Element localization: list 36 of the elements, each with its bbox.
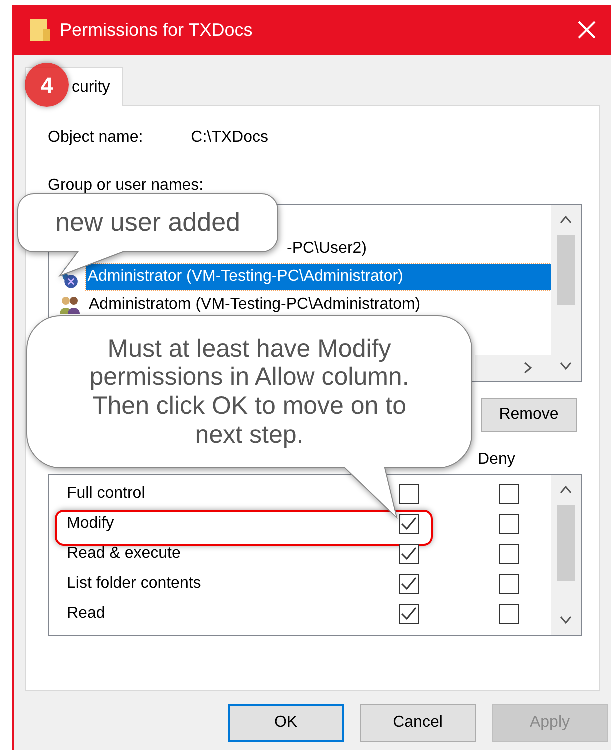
- permission-name: List folder contents: [67, 574, 202, 594]
- list-item[interactable]: Administrator (VM-Testing-PC\Administrator): [86, 264, 551, 290]
- list-item[interactable]: -PC\User2): [285, 236, 370, 262]
- field-label: Object name:: [48, 128, 144, 148]
- checkbox[interactable]: [499, 484, 519, 504]
- checkbox[interactable]: [399, 484, 419, 504]
- folder-icon: [30, 17, 50, 43]
- object-name: C:\TXDocs: [191, 128, 268, 148]
- column-header: Deny: [478, 450, 516, 470]
- checkbox[interactable]: [499, 574, 519, 594]
- vertical-scrollbar[interactable]: [551, 475, 581, 635]
- callout-text: Must at least have Modify permissions in Allow column. Then click OK to move on to next step.: [88, 334, 410, 450]
- vertical-scrollbar[interactable]: [551, 205, 581, 381]
- field-label: Group or user names:: [48, 177, 204, 194]
- checkbox[interactable]: [499, 544, 519, 564]
- checkbox[interactable]: [399, 544, 419, 564]
- horizontal-scrollbar[interactable]: [475, 355, 551, 381]
- permission-name: Modify: [67, 514, 114, 534]
- checkbox[interactable]: [399, 514, 419, 534]
- checkbox[interactable]: [399, 604, 419, 624]
- group-icon: [59, 294, 81, 316]
- scroll-thumb[interactable]: [557, 235, 575, 305]
- close-icon[interactable]: [577, 20, 597, 40]
- permission-name: Full control: [67, 484, 146, 504]
- checkbox[interactable]: [499, 604, 519, 624]
- window-title: Permissions for TXDocs: [60, 18, 254, 42]
- permission-name: Read: [67, 604, 106, 624]
- permission-name: Read & execute: [67, 544, 181, 564]
- callout-text: new user added: [55, 208, 241, 238]
- checkbox[interactable]: [499, 514, 519, 534]
- remove-button[interactable]: Remove: [481, 398, 577, 432]
- ok-button[interactable]: OK: [228, 704, 344, 742]
- scroll-thumb[interactable]: [557, 505, 575, 581]
- cancel-button[interactable]: Cancel: [360, 704, 476, 742]
- checkbox[interactable]: [399, 574, 419, 594]
- list-item[interactable]: Administratom (VM-Testing-PC\Administratom): [87, 292, 423, 318]
